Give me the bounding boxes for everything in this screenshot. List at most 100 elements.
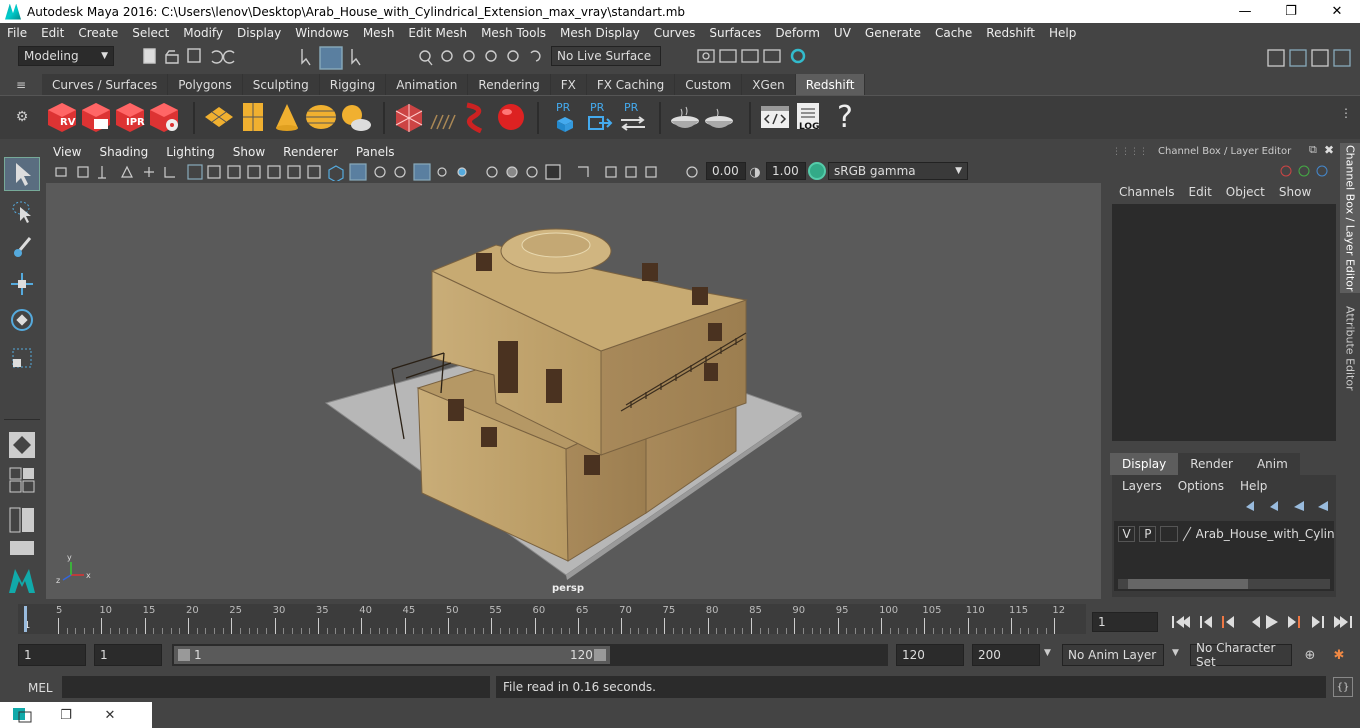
range-end-grip-icon[interactable] xyxy=(594,649,606,661)
menu-deform[interactable]: Deform xyxy=(768,26,827,40)
pr-swap-icon[interactable]: PR xyxy=(617,101,649,133)
maya-taskbar-icon[interactable] xyxy=(0,706,44,724)
select-tool-icon[interactable] xyxy=(4,157,40,191)
animation-start-field[interactable]: 1 xyxy=(18,644,86,666)
scene-view[interactable]: x y z persp xyxy=(46,183,1101,599)
tab-rigging[interactable]: Rigging xyxy=(319,74,387,95)
chevron-down-icon[interactable]: ▼ xyxy=(1044,648,1051,658)
anim-layer-dropdown[interactable]: No Anim Layer xyxy=(1062,644,1164,666)
outliner-layout-icon[interactable] xyxy=(4,503,40,537)
current-frame-field[interactable]: 1 xyxy=(1092,612,1158,632)
layer-name[interactable]: Arab_House_with_Cylinc xyxy=(1196,527,1334,541)
minimize-button[interactable]: — xyxy=(1222,0,1268,23)
render-settings-icon[interactable] xyxy=(148,101,180,133)
perspective-viewport[interactable]: x y z persp xyxy=(46,183,1101,599)
panel-layout-icons[interactable] xyxy=(1262,45,1360,71)
cb-menu-channels[interactable]: Channels xyxy=(1112,185,1182,199)
menu-file[interactable]: File xyxy=(0,26,34,40)
layer-row[interactable]: V P Arab_House_with_Cylinc xyxy=(1118,525,1334,543)
side-tab-attribute-editor[interactable]: Attribute Editor xyxy=(1340,298,1360,398)
cb-menu-edit[interactable]: Edit xyxy=(1182,185,1219,199)
range-slider-track[interactable]: 1 120 xyxy=(172,644,888,666)
channel-box-header-icons[interactable] xyxy=(1280,163,1336,179)
single-pane-layout-icon[interactable] xyxy=(4,428,40,462)
cb-menu-show[interactable]: Show xyxy=(1272,185,1318,199)
current-time-indicator[interactable] xyxy=(24,606,27,632)
vp-menu-view[interactable]: View xyxy=(44,145,90,159)
help-icon[interactable]: ? xyxy=(829,100,861,135)
taskbar-close-button[interactable]: ✕ xyxy=(88,708,132,723)
menu-mesh-display[interactable]: Mesh Display xyxy=(553,26,647,40)
spot-light-icon[interactable] xyxy=(271,101,303,133)
command-input[interactable] xyxy=(62,676,490,698)
live-surface-field[interactable]: No Live Surface xyxy=(551,46,661,66)
lasso-tool-icon[interactable] xyxy=(4,195,40,229)
tab-fx[interactable]: FX xyxy=(550,74,587,95)
tab-sculpting[interactable]: Sculpting xyxy=(242,74,320,95)
sun-sky-icon[interactable] xyxy=(339,101,371,133)
portal-light-icon[interactable] xyxy=(237,101,269,133)
layer-playback-toggle[interactable]: P xyxy=(1139,526,1157,542)
menu-edit-mesh[interactable]: Edit Mesh xyxy=(401,26,474,40)
script-editor-button-icon[interactable]: {} xyxy=(1333,677,1353,697)
float-panel-icon[interactable]: ⧉ xyxy=(1309,143,1317,157)
tab-rendering[interactable]: Rendering xyxy=(468,74,551,95)
tab-curves-surfaces[interactable]: Curves / Surfaces xyxy=(42,74,169,95)
status-line-icons[interactable] xyxy=(120,43,560,73)
four-pane-layout-icon[interactable] xyxy=(4,465,40,495)
tab-polygons[interactable]: Polygons xyxy=(168,74,243,95)
render-sequence-icon[interactable] xyxy=(80,101,112,133)
maya-home-icon[interactable] xyxy=(4,563,40,597)
graph-layout-icon[interactable] xyxy=(4,539,40,557)
menu-curves[interactable]: Curves xyxy=(647,26,703,40)
menu-mesh[interactable]: Mesh xyxy=(356,26,402,40)
menu-edit[interactable]: Edit xyxy=(34,26,71,40)
scale-tool-icon[interactable] xyxy=(4,341,40,375)
close-panel-icon[interactable]: ✖ xyxy=(1324,143,1334,157)
range-slider-handle[interactable]: 1 120 xyxy=(174,646,610,664)
tab-fx-caching[interactable]: FX Caching xyxy=(586,74,676,95)
layer-menu-help[interactable]: Help xyxy=(1232,479,1275,493)
material-bowl-icon[interactable] xyxy=(669,101,701,133)
layer-type-toggle[interactable] xyxy=(1160,526,1178,542)
viewport-toolbar-icons[interactable] xyxy=(52,163,707,181)
menu-generate[interactable]: Generate xyxy=(858,26,928,40)
shelf-scroll-icon[interactable]: ⋮ xyxy=(1340,106,1352,120)
hair-icon[interactable] xyxy=(427,101,459,133)
vp-menu-show[interactable]: Show xyxy=(224,145,274,159)
colorspace-dropdown[interactable]: sRGB gamma ▼ xyxy=(828,162,968,180)
tab-custom[interactable]: Custom xyxy=(675,74,743,95)
script-editor-icon[interactable] xyxy=(759,101,791,133)
mode-dropdown[interactable]: Modeling ▼ xyxy=(18,46,114,66)
material-bowl-icon-2[interactable] xyxy=(703,101,735,133)
area-light-icon[interactable] xyxy=(203,101,235,133)
gamma-field[interactable]: 1.00 xyxy=(766,162,806,180)
layer-menu-options[interactable]: Options xyxy=(1170,479,1232,493)
restore-button[interactable]: ❐ xyxy=(44,708,88,723)
pr-object-icon[interactable]: PR xyxy=(549,101,581,133)
maximize-button[interactable]: ❐ xyxy=(1268,0,1314,23)
animation-preferences-icon[interactable]: ✱ xyxy=(1328,644,1350,666)
close-button[interactable]: ✕ xyxy=(1314,0,1360,23)
vp-menu-lighting[interactable]: Lighting xyxy=(157,145,224,159)
layer-scrollbar[interactable] xyxy=(1118,579,1330,589)
log-icon[interactable]: LOG xyxy=(793,101,825,133)
menu-create[interactable]: Create xyxy=(71,26,125,40)
render-icons[interactable] xyxy=(690,43,810,73)
layer-color-swatch[interactable] xyxy=(1182,526,1192,542)
playback-end-field[interactable]: 120 xyxy=(896,644,964,666)
vp-menu-shading[interactable]: Shading xyxy=(90,145,157,159)
curve-object-icon[interactable] xyxy=(461,101,493,134)
range-start-grip-icon[interactable] xyxy=(178,649,190,661)
menu-uv[interactable]: UV xyxy=(827,26,858,40)
exposure-field[interactable]: 0.00 xyxy=(706,162,746,180)
side-tab-channel-box[interactable]: Channel Box / Layer Editor xyxy=(1340,143,1360,293)
menu-select[interactable]: Select xyxy=(125,26,176,40)
chevron-down-icon[interactable]: ▼ xyxy=(1172,648,1179,658)
animation-end-field[interactable]: 200 xyxy=(972,644,1040,666)
panel-grip-icon[interactable]: ⋮⋮⋮⋮ xyxy=(1112,147,1148,157)
move-tool-icon[interactable] xyxy=(4,267,40,301)
tab-xgen[interactable]: XGen xyxy=(742,74,796,95)
layer-visibility-toggle[interactable]: V xyxy=(1118,526,1136,542)
shelf-settings-icon[interactable]: ⚙ xyxy=(10,102,34,132)
